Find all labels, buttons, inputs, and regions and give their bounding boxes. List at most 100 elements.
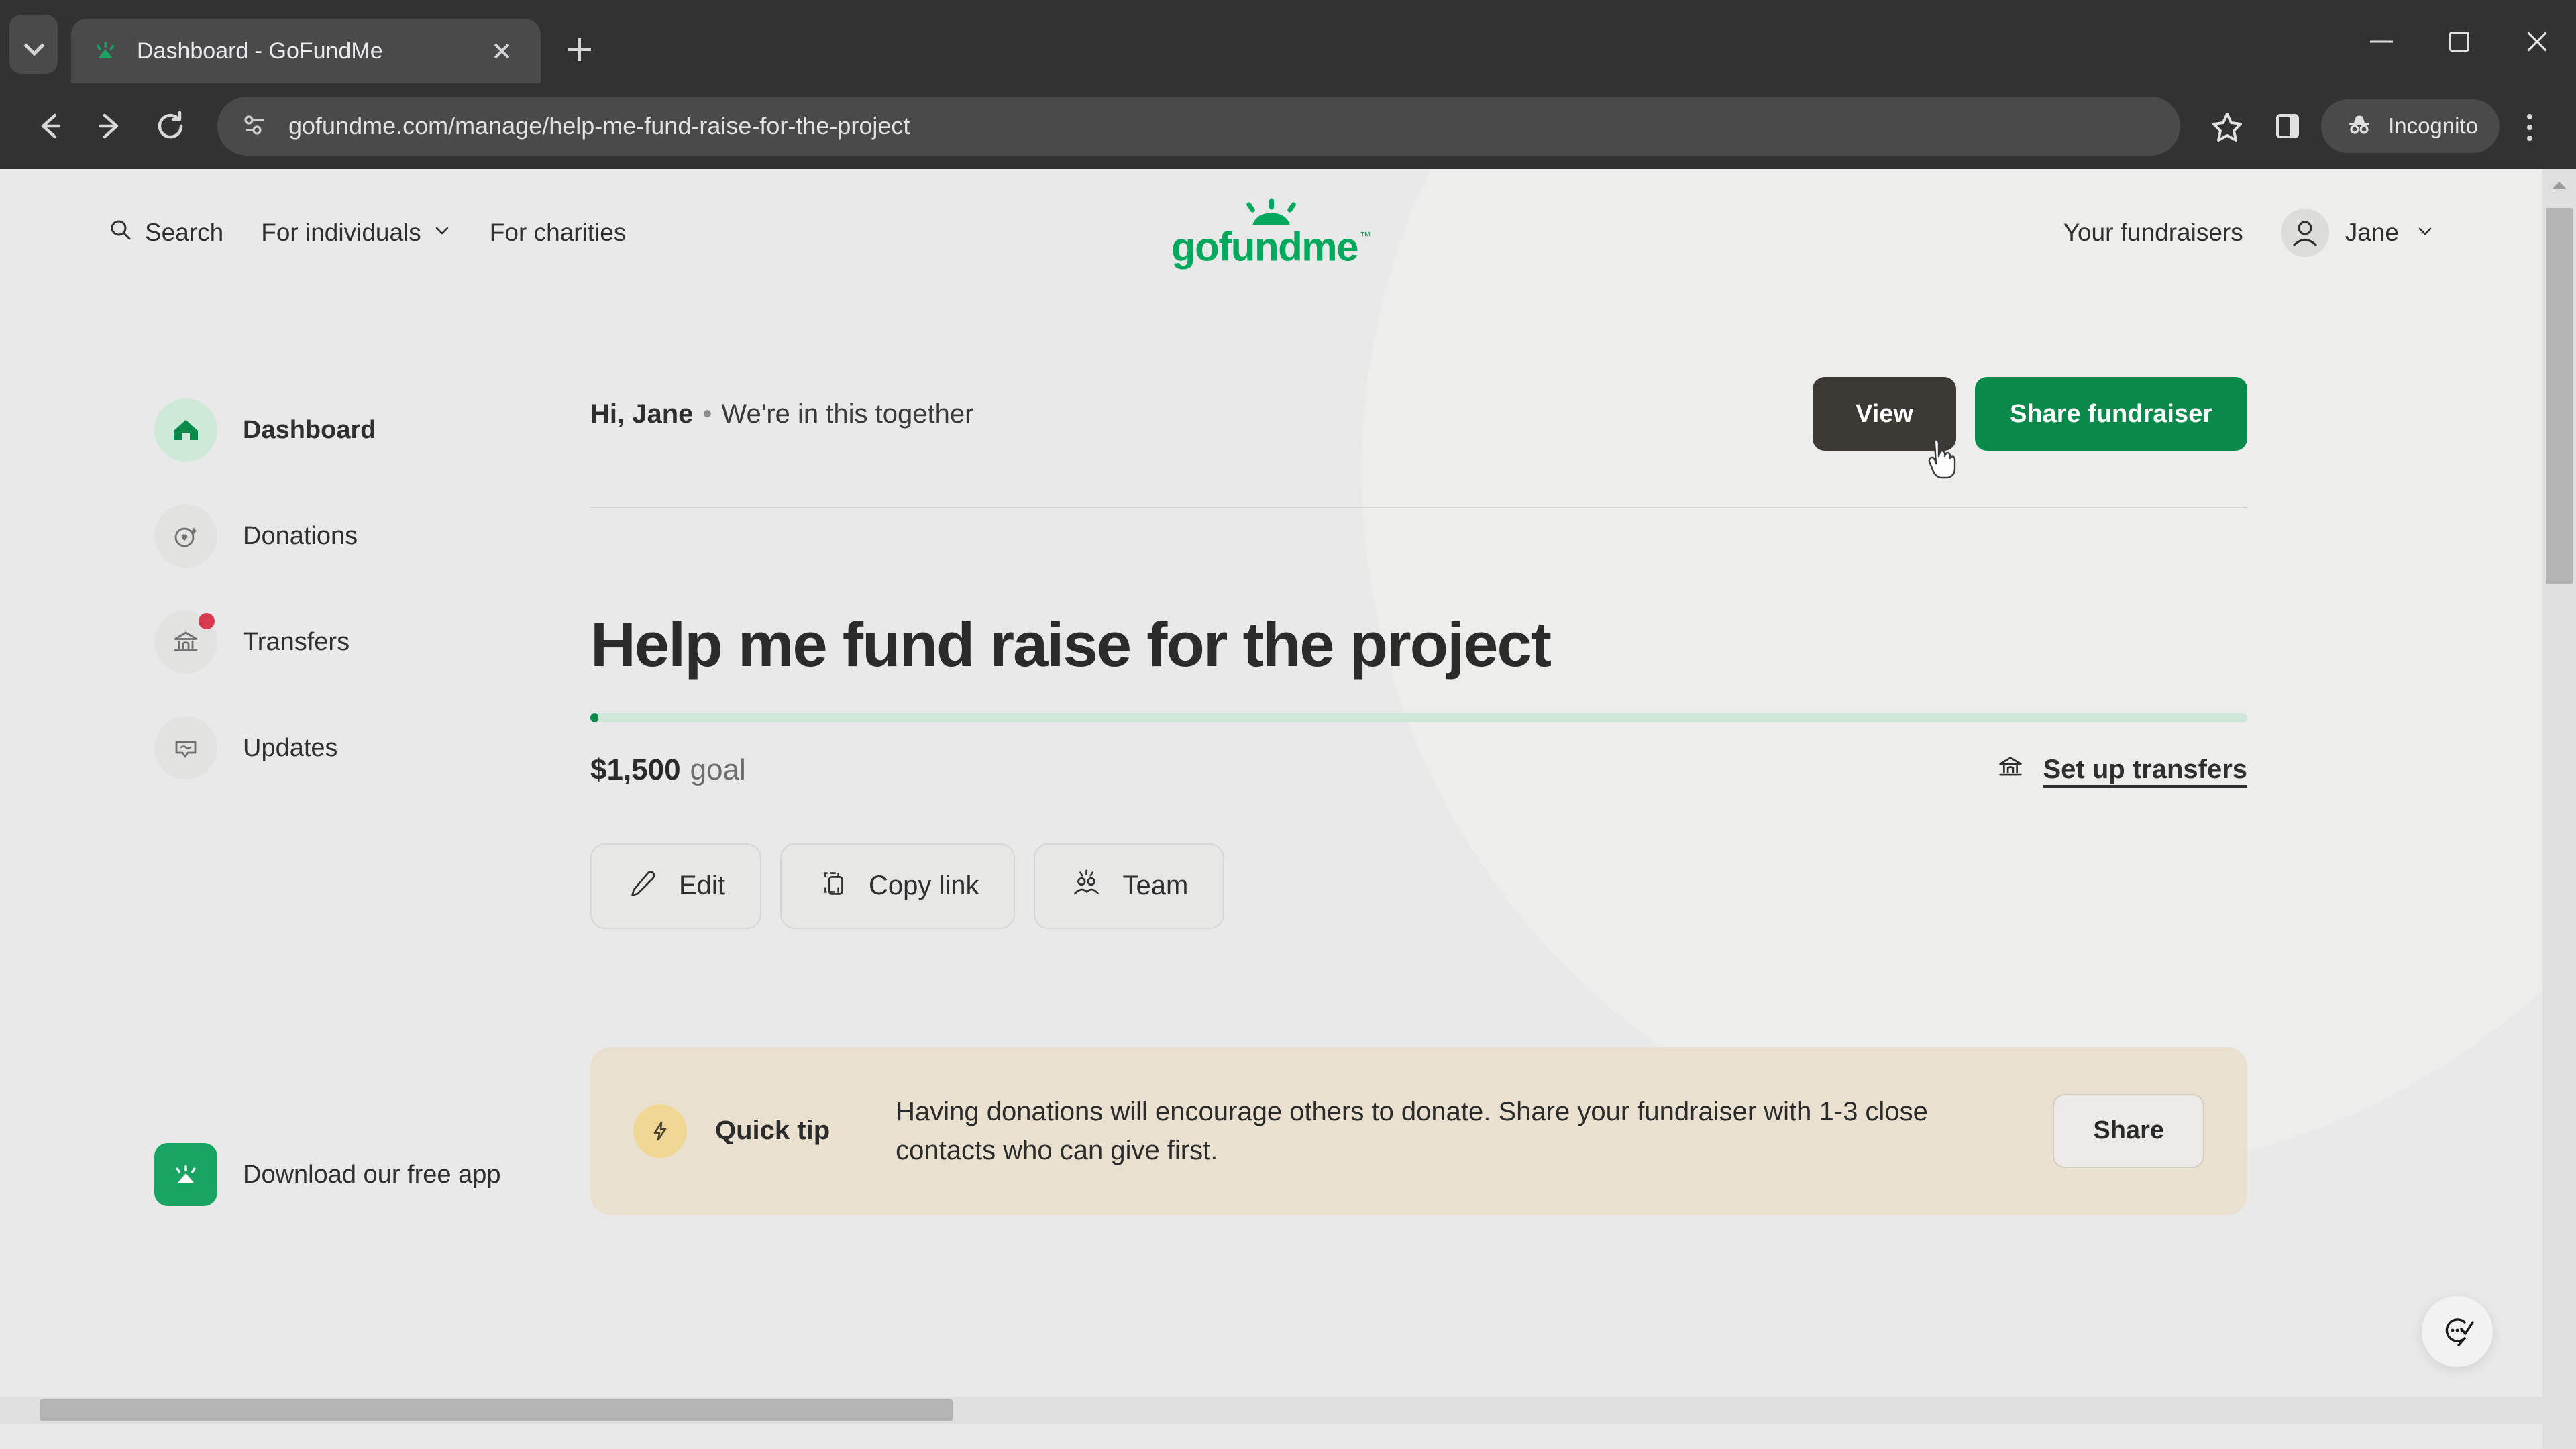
forward-arrow-icon[interactable]: [83, 99, 137, 153]
quick-tip-label: Quick tip: [715, 1116, 830, 1146]
download-app-promo[interactable]: Download our free app: [154, 1143, 590, 1206]
tab-title: Dashboard - GoFundMe: [137, 38, 383, 64]
user-menu[interactable]: Jane: [2280, 209, 2435, 257]
your-fundraisers-link[interactable]: Your fundraisers: [2063, 219, 2243, 247]
share-fundraiser-button[interactable]: Share fundraiser: [1975, 377, 2247, 451]
incognito-label: Incognito: [2388, 113, 2478, 138]
copy-link-button[interactable]: Copy link: [780, 843, 1016, 929]
search-icon: [107, 217, 134, 250]
sidebar-item-label: Transfers: [243, 627, 350, 656]
pencil-icon: [627, 866, 660, 906]
site-header: Search For individuals For charities gof…: [0, 169, 2542, 297]
help-chat-button[interactable]: [2422, 1296, 2493, 1367]
minimize-button[interactable]: [2343, 0, 2420, 83]
for-individuals-label: For individuals: [261, 219, 421, 246]
sidebar-item-dashboard[interactable]: Dashboard: [154, 377, 590, 483]
search-nav-item[interactable]: Search: [107, 217, 223, 250]
greeting: Hi, Jane • We're in this together: [590, 399, 973, 429]
search-nav-label: Search: [145, 219, 224, 246]
bank-icon: [1993, 749, 2028, 791]
quick-tip-text: Having donations will encourage others t…: [896, 1096, 1928, 1165]
fundraiser-action-row: Edit Copy link Team: [590, 843, 2247, 929]
page-info-icon[interactable]: [240, 110, 270, 143]
comment-icon: [154, 716, 217, 780]
site-nav-left: Search For individuals For charities: [107, 217, 626, 250]
dashboard-body: Dashboard Donations Transfers Updates Do…: [0, 297, 2542, 1215]
for-individuals-nav-item[interactable]: For individuals: [261, 219, 452, 247]
sidebar-item-label: Donations: [243, 521, 358, 550]
site-nav-right: Your fundraisers Jane: [2063, 209, 2435, 257]
greeting-separator: •: [702, 398, 712, 429]
quick-tip-card: Quick tip Having donations will encourag…: [590, 1046, 2247, 1215]
maximize-button[interactable]: [2420, 0, 2498, 83]
greeting-name: Hi, Jane: [590, 398, 694, 429]
main-content: Hi, Jane • We're in this together View Sha…: [590, 297, 2542, 1215]
gofundme-dashboard-page: Search For individuals For charities gof…: [0, 169, 2542, 1424]
tab-strip: Dashboard - GoFundMe: [0, 0, 2576, 83]
team-label: Team: [1122, 871, 1189, 901]
sidebar-item-label: Updates: [243, 733, 338, 762]
horizontal-scrollbar[interactable]: [0, 1397, 2542, 1424]
greeting-subtitle: We're in this together: [721, 398, 974, 429]
team-icon: [1070, 866, 1104, 906]
home-icon: [154, 398, 217, 462]
address-bar[interactable]: gofundme.com/manage/help-me-fund-raise-f…: [217, 97, 2181, 156]
chevron-down-icon: [25, 36, 42, 53]
sidebar: Dashboard Donations Transfers Updates Do…: [0, 297, 590, 1215]
logo-text: gofundme: [1171, 224, 1358, 270]
close-icon[interactable]: [483, 32, 521, 70]
incognito-hat-icon: [2343, 108, 2376, 145]
reload-icon[interactable]: [144, 99, 197, 153]
browser-window: Dashboard - GoFundMe gofundme.com/manage…: [0, 0, 2576, 1449]
browser-toolbar: gofundme.com/manage/help-me-fund-raise-f…: [0, 83, 2576, 169]
gofundme-app-icon: [154, 1143, 217, 1206]
edit-button[interactable]: Edit: [590, 843, 761, 929]
vertical-scrollbar-thumb[interactable]: [2546, 208, 2573, 584]
chevron-down-icon: [432, 219, 452, 247]
goal-progress-bar: [590, 712, 2247, 722]
goal-label: goal: [690, 753, 746, 786]
horizontal-scrollbar-thumb[interactable]: [40, 1399, 953, 1421]
bank-icon: [154, 610, 217, 674]
browser-tab[interactable]: Dashboard - GoFundMe: [71, 19, 541, 83]
chevron-down-icon: [2415, 221, 2435, 245]
side-panel-icon[interactable]: [2261, 99, 2314, 153]
lightning-bolt-icon: [633, 1104, 687, 1158]
copy-link-label: Copy link: [868, 871, 979, 901]
for-charities-nav-item[interactable]: For charities: [490, 219, 627, 247]
status-badge: [199, 613, 215, 629]
sidebar-item-updates[interactable]: Updates: [154, 695, 590, 801]
edit-label: Edit: [679, 871, 725, 901]
new-tab-button[interactable]: [555, 25, 604, 74]
quick-tip-share-button[interactable]: Share: [2053, 1093, 2204, 1168]
star-icon[interactable]: [2200, 99, 2254, 153]
set-up-transfers-link[interactable]: Set up transfers: [1993, 749, 2247, 791]
vertical-scrollbar[interactable]: [2542, 169, 2576, 1424]
address-bar-url[interactable]: gofundme.com/manage/help-me-fund-raise-f…: [288, 112, 910, 140]
heart-target-icon: [154, 504, 217, 568]
view-button[interactable]: View: [1813, 377, 1956, 451]
team-button[interactable]: Team: [1034, 843, 1225, 929]
page-viewport: Search For individuals For charities gof…: [0, 169, 2576, 1449]
set-up-transfers-label: Set up transfers: [2043, 755, 2247, 785]
sidebar-item-donations[interactable]: Donations: [154, 483, 590, 589]
trademark-symbol: ™: [1359, 229, 1371, 243]
scrollbar-corner: [2542, 1422, 2576, 1449]
tab-search-button[interactable]: [9, 15, 58, 74]
gofundme-logo[interactable]: gofundme ™: [1171, 198, 1371, 270]
kebab-menu-icon[interactable]: [2506, 99, 2553, 153]
close-window-button[interactable]: [2498, 0, 2576, 83]
incognito-indicator[interactable]: Incognito: [2321, 99, 2500, 153]
greeting-row: Hi, Jane • We're in this together View Sha…: [590, 370, 2247, 479]
goal-amount: $1,500: [590, 753, 681, 786]
user-name: Jane: [2345, 219, 2399, 246]
scroll-up-arrow-icon[interactable]: [2542, 169, 2576, 203]
back-arrow-icon[interactable]: [23, 99, 76, 153]
sidebar-item-label: Dashboard: [243, 415, 376, 444]
sidebar-item-transfers[interactable]: Transfers: [154, 589, 590, 695]
download-app-label: Download our free app: [243, 1160, 501, 1189]
greeting-actions: View Share fundraiser: [1813, 377, 2247, 479]
chat-check-icon: [2437, 1310, 2477, 1354]
gofundme-favicon: [91, 37, 119, 65]
window-controls: [2343, 0, 2576, 83]
